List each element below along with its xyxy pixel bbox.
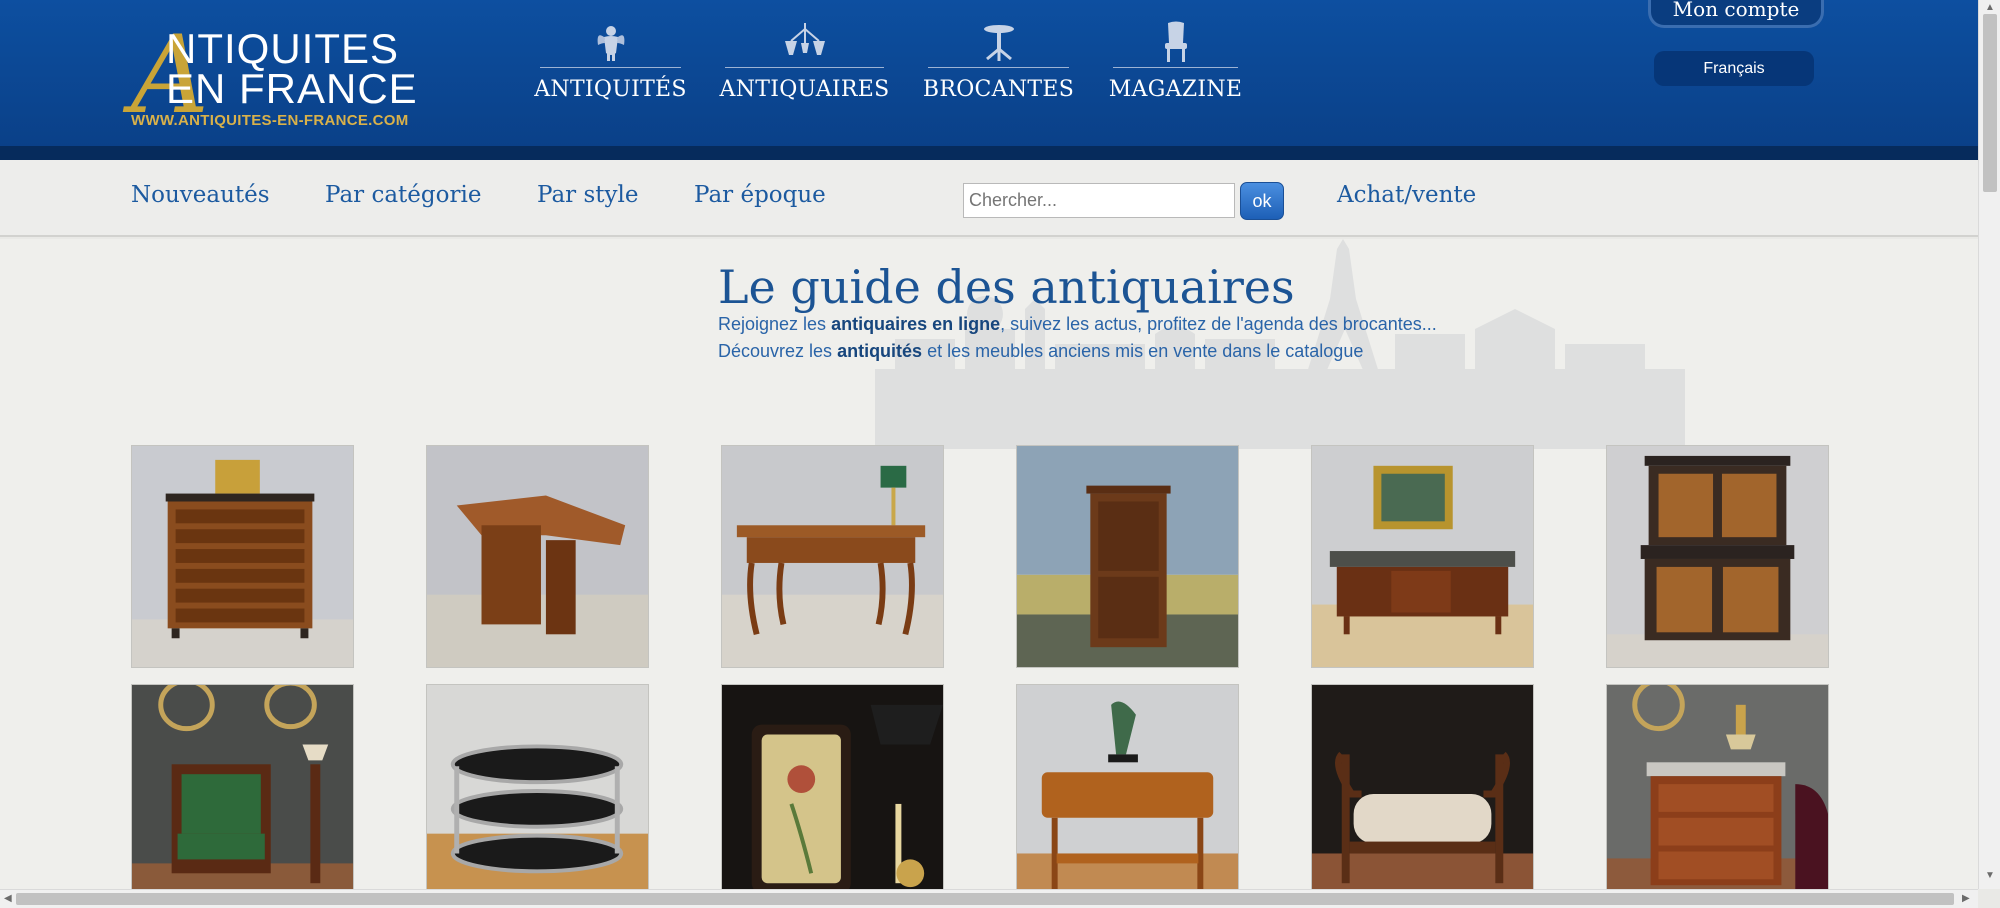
product-image-round-table xyxy=(427,685,648,889)
nav-antiquites[interactable]: ANTIQUITÉS xyxy=(534,24,686,102)
subnav-par-epoque[interactable]: Par époque xyxy=(694,182,826,208)
product-image-cabinet xyxy=(1017,446,1238,667)
main-content: Le guide des antiquaires Rejoignez les a… xyxy=(0,239,1978,889)
cherub-icon xyxy=(540,24,681,68)
logo-url: WWW.ANTIQUITES-EN-FRANCE.COM xyxy=(131,112,409,129)
product-tile[interactable] xyxy=(721,684,944,889)
nav-antiquaires[interactable]: ANTIQUAIRES xyxy=(720,23,889,102)
product-tile[interactable] xyxy=(1311,684,1534,889)
product-image-painted-cabinet xyxy=(722,685,943,889)
subnav-par-style[interactable]: Par style xyxy=(537,182,638,208)
subnav-par-categorie[interactable]: Par catégorie xyxy=(325,182,481,208)
chair-icon xyxy=(1113,21,1238,68)
nav-magazine[interactable]: MAGAZINE xyxy=(1109,21,1242,102)
product-tile[interactable] xyxy=(721,445,944,668)
subnav-nouveautes[interactable]: Nouveautés xyxy=(131,182,270,208)
product-tile[interactable] xyxy=(426,684,649,889)
nav-antiquites-label: ANTIQUITÉS xyxy=(534,77,687,102)
product-image-tea-table xyxy=(1017,685,1238,889)
product-tile[interactable] xyxy=(131,445,354,668)
product-tile[interactable] xyxy=(1606,445,1829,668)
link-antiquites[interactable]: antiquités xyxy=(837,341,922,361)
horizontal-scroll-thumb[interactable] xyxy=(16,893,1954,905)
product-tile[interactable] xyxy=(1606,684,1829,889)
scroll-left-icon[interactable]: ◀ xyxy=(4,893,12,904)
nav-antiquaires-label: ANTIQUAIRES xyxy=(719,77,890,102)
page-title: Le guide des antiquaires xyxy=(718,260,1295,314)
product-image-sideboard xyxy=(1312,446,1533,667)
subnav-achat-vente[interactable]: Achat/vente xyxy=(1337,182,1476,208)
site-logo[interactable]: A NTIQUITES EN FRANCE WWW.ANTIQUITES-EN-… xyxy=(131,22,441,130)
product-image-desk xyxy=(427,446,648,667)
sub-nav: Nouveautés Par catégorie Par style Par é… xyxy=(0,160,1978,237)
logo-line-2: EN FRANCE xyxy=(166,65,418,112)
vertical-scroll-thumb[interactable] xyxy=(1983,14,1997,192)
search-input[interactable] xyxy=(963,183,1235,218)
product-tile[interactable] xyxy=(426,445,649,668)
scroll-up-icon[interactable]: ▲ xyxy=(1985,2,1995,13)
product-tile[interactable] xyxy=(131,684,354,889)
product-image-bench xyxy=(1312,685,1533,889)
product-tile[interactable] xyxy=(1016,684,1239,889)
nav-magazine-label: MAGAZINE xyxy=(1108,77,1243,102)
link-antiquaires-en-ligne[interactable]: antiquaires en ligne xyxy=(831,314,1000,334)
intro-line-1: Rejoignez les antiquaires en ligne, suiv… xyxy=(718,314,1437,334)
product-image-chest xyxy=(1607,685,1828,889)
product-image-buffet xyxy=(1607,446,1828,667)
product-tile[interactable] xyxy=(1016,445,1239,668)
scroll-right-icon[interactable]: ▶ xyxy=(1962,893,1970,904)
product-image-writing-table xyxy=(722,446,943,667)
intro-line-2: Découvrez les antiquités et les meubles … xyxy=(718,341,1364,361)
logo-line-1: NTIQUITES xyxy=(166,25,400,72)
product-tile[interactable] xyxy=(1311,445,1534,668)
horizontal-scrollbar[interactable]: ◀ ▶ xyxy=(0,889,1978,908)
account-button[interactable]: Mon compte xyxy=(1648,0,1824,28)
nav-brocantes[interactable]: BROCANTES xyxy=(923,24,1074,102)
scroll-down-icon[interactable]: ▼ xyxy=(1985,870,1995,881)
pedestal-table-icon xyxy=(928,24,1069,68)
search-ok-button[interactable]: ok xyxy=(1240,182,1284,220)
chandelier-icon xyxy=(725,23,884,68)
nav-brocantes-label: BROCANTES xyxy=(922,77,1075,102)
vertical-scrollbar[interactable]: ▲ ▼ xyxy=(1978,0,2000,889)
intro-text: Rejoignez les antiquaires en ligne, suiv… xyxy=(718,311,1437,365)
product-image-armchair xyxy=(132,685,353,889)
language-selector[interactable]: Français xyxy=(1654,51,1814,86)
site-header: A NTIQUITES EN FRANCE WWW.ANTIQUITES-EN-… xyxy=(0,0,1978,160)
main-nav: ANTIQUITÉS ANTIQUAIRES BROCANTES MAGAZIN… xyxy=(534,21,1242,102)
product-image-commode xyxy=(132,446,353,667)
